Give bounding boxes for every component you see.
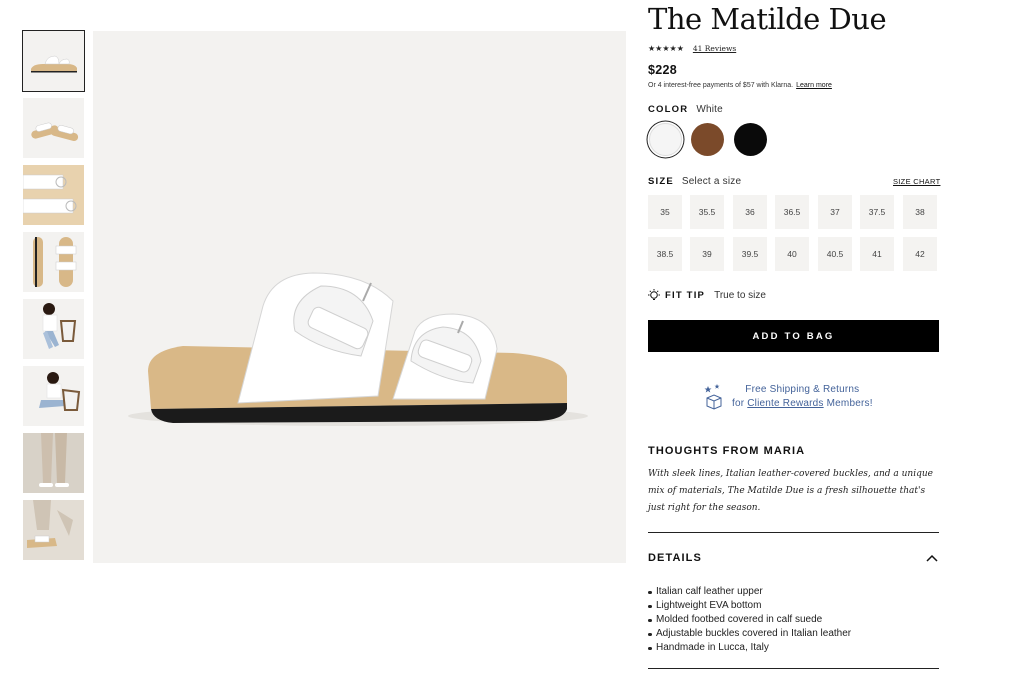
chevron-up-icon[interactable]	[925, 553, 939, 563]
size-option[interactable]: 38	[903, 195, 937, 229]
thumbnail-model-standing-legs[interactable]	[23, 433, 84, 493]
thoughts-title: THOUGHTS FROM MARIA	[648, 445, 806, 457]
fit-tip-label: FIT TIP	[665, 290, 706, 301]
divider	[648, 532, 939, 533]
rating-stars-icon: ★★★★★	[648, 44, 684, 53]
size-option[interactable]: 36	[733, 195, 767, 229]
size-option[interactable]: 39	[690, 237, 724, 271]
product-title: The Matilde Due	[648, 2, 887, 36]
thumbnail-sandal-pair[interactable]	[23, 98, 84, 158]
reviews-link[interactable]: 41 Reviews	[693, 44, 736, 53]
rating-row: ★★★★★ 41 Reviews	[648, 44, 736, 53]
size-option[interactable]: 37.5	[860, 195, 894, 229]
shipping-line-2-prefix: for	[732, 398, 745, 409]
klarna-text: Or 4 interest-free payments of $57 with …	[648, 82, 794, 89]
fit-tip-value: True to size	[714, 290, 766, 301]
color-label-row: COLOR White	[648, 104, 723, 115]
size-option[interactable]: 39.5	[733, 237, 767, 271]
color-swatch-brown[interactable]	[691, 123, 724, 156]
cliente-rewards-link[interactable]: Cliente Rewards	[747, 398, 823, 409]
color-selected-value: White	[696, 104, 723, 115]
size-prompt: Select a size	[681, 176, 742, 187]
size-option[interactable]: 35.5	[690, 195, 724, 229]
box-stars-icon	[704, 384, 722, 410]
shipping-line-1: Free Shipping & Returns	[745, 384, 860, 395]
fit-tip: FIT TIP True to size	[648, 289, 766, 302]
add-to-bag-button[interactable]: ADD TO BAG	[648, 320, 939, 352]
size-label: SIZE	[648, 176, 674, 187]
size-option[interactable]: 38.5	[648, 237, 682, 271]
thoughts-text: With sleek lines, Italian leather-covere…	[648, 469, 933, 513]
thumbnail-sandal-top-pair[interactable]	[23, 232, 84, 292]
divider	[648, 668, 939, 669]
details-item: Molded footbed covered in calf suede	[648, 613, 851, 627]
shipping-text: Free Shipping & Returns for Cliente Rewa…	[732, 383, 873, 411]
thumbnail-model-feet-closeup[interactable]	[23, 500, 84, 560]
color-swatch-black[interactable]	[734, 123, 767, 156]
size-option[interactable]: 40	[775, 237, 809, 271]
sandal-illustration	[93, 31, 626, 563]
main-product-image[interactable]	[93, 31, 626, 563]
thumbnail-sandal-top-closeup[interactable]	[23, 165, 84, 225]
size-label-row: SIZE Select a size	[648, 176, 741, 187]
shipping-line-2-suffix: Members!	[826, 398, 873, 409]
details-list: Italian calf leather upper Lightweight E…	[648, 585, 851, 655]
shipping-line-2: for Cliente Rewards Members!	[732, 397, 873, 411]
size-option[interactable]: 40.5	[818, 237, 852, 271]
klarna-learn-more-link[interactable]: Learn more	[796, 82, 832, 89]
details-item: Adjustable buckles covered in Italian le…	[648, 627, 851, 641]
shipping-promo: Free Shipping & Returns for Cliente Rewa…	[704, 383, 873, 411]
details-item: Italian calf leather upper	[648, 585, 851, 599]
color-label: COLOR	[648, 104, 689, 115]
color-swatch-white[interactable]	[649, 123, 682, 156]
lightbulb-icon	[648, 289, 660, 300]
size-option[interactable]: 41	[860, 237, 894, 271]
details-item: Lightweight EVA bottom	[648, 599, 851, 613]
thumbnail-model-seated-alt[interactable]	[23, 366, 84, 426]
size-option[interactable]: 42	[903, 237, 937, 271]
product-price: $228	[648, 63, 678, 77]
size-option[interactable]: 35	[648, 195, 682, 229]
thumbnail-model-seated[interactable]	[23, 299, 84, 359]
size-option[interactable]: 36.5	[775, 195, 809, 229]
size-option[interactable]: 37	[818, 195, 852, 229]
details-item: Handmade in Lucca, Italy	[648, 641, 851, 655]
thumbnail-sandal-side[interactable]	[22, 30, 85, 92]
size-chart-link[interactable]: SIZE CHART	[893, 177, 940, 186]
klarna-message: Or 4 interest-free payments of $57 with …	[648, 82, 832, 89]
details-title[interactable]: DETAILS	[648, 552, 702, 564]
